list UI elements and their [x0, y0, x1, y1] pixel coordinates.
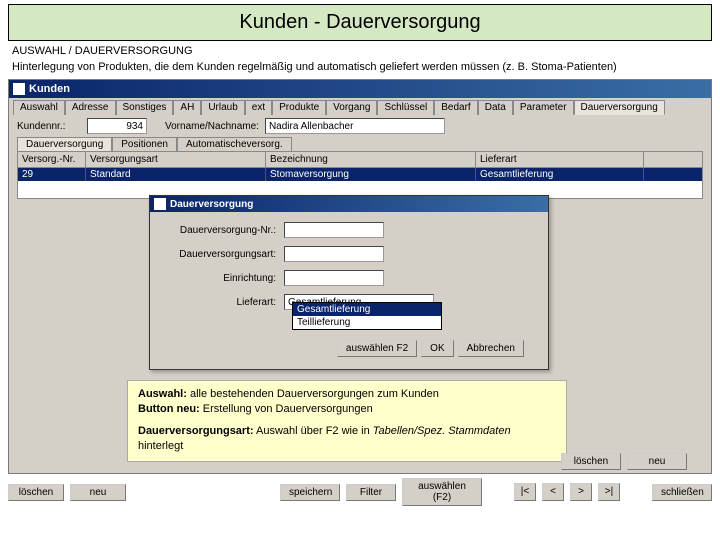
grid-header-nr[interactable]: Versorg.-Nr.	[18, 152, 86, 167]
dlg-einricht-label: Einrichtung:	[164, 273, 284, 284]
tab-bedarf[interactable]: Bedarf	[434, 100, 477, 115]
footer-filter-button[interactable]: Filter	[346, 484, 396, 501]
nav-prev-button[interactable]: <	[542, 483, 564, 501]
note-neu-label: Button neu:	[138, 403, 200, 415]
kundennr-label: Kundennr.:	[17, 121, 81, 132]
note-auswahl-label: Auswahl:	[138, 388, 187, 400]
grid-header-bez[interactable]: Bezeichnung	[266, 152, 476, 167]
tab-vorgang[interactable]: Vorgang	[326, 100, 377, 115]
tab-data[interactable]: Data	[478, 100, 513, 115]
note-dauer-text2: hinterlegt	[138, 440, 183, 452]
tab-schlüssel[interactable]: Schlüssel	[377, 100, 434, 115]
tab-dauerversorgung[interactable]: Dauerversorgung	[574, 100, 665, 115]
footer-neu-button[interactable]: neu	[70, 484, 126, 501]
footer-loeschen-button[interactable]: löschen	[8, 484, 64, 501]
nav-first-button[interactable]: |<	[514, 483, 536, 501]
grid-cell-bez: Stomaversorgung	[266, 168, 476, 181]
tab-parameter[interactable]: Parameter	[513, 100, 574, 115]
window-title: Kunden	[29, 83, 70, 95]
grid-header-row: Versorg.-Nr. Versorgungsart Bezeichnung …	[18, 152, 702, 168]
dlg-einricht-input[interactable]	[284, 270, 384, 286]
slide-title: Kunden - Dauerversorgung	[8, 4, 712, 41]
tab-urlaub[interactable]: Urlaub	[201, 100, 244, 115]
footer-auswaehlen-button[interactable]: auswählen (F2)	[402, 478, 482, 506]
footer-schliessen-button[interactable]: schließen	[652, 484, 712, 501]
dlg-art-input[interactable]	[284, 246, 384, 262]
dropdown-option-gesamt[interactable]: Gesamtlieferung	[293, 303, 441, 316]
tab-auswahl[interactable]: Auswahl	[13, 100, 65, 115]
dialog-icon	[154, 198, 166, 210]
note-dauer-italic: Tabellen/Spez. Stammdaten	[373, 425, 511, 437]
name-input[interactable]	[265, 118, 445, 134]
grid-cell-art: Standard	[86, 168, 266, 181]
lieferart-dropdown[interactable]: Gesamtlieferung Teillieferung	[292, 302, 442, 330]
dialog-titlebar: Dauerversorgung	[150, 196, 548, 212]
dlg-nr-label: Dauerversorgung-Nr.:	[164, 225, 284, 236]
dropdown-option-teil[interactable]: Teillieferung	[293, 316, 441, 329]
dauerversorgung-dialog: Dauerversorgung Dauerversorgung-Nr.: Dau…	[149, 195, 549, 370]
note-dauer-label: Dauerversorgungsart:	[138, 425, 254, 437]
ok-button[interactable]: OK	[421, 340, 453, 357]
kundennr-input[interactable]	[87, 118, 147, 134]
dialog-buttons: auswählen F2 OK Abbrechen	[164, 334, 534, 363]
inner-neu-button[interactable]: neu	[627, 453, 687, 470]
app-window: Kunden AuswahlAdresseSonstigesAHUrlaubex…	[8, 79, 712, 474]
note-neu-text: Erstellung von Dauerversorgungen	[200, 403, 373, 415]
name-label: Vorname/Nachname:	[165, 121, 259, 132]
window-titlebar: Kunden	[9, 80, 711, 98]
footer-speichern-button[interactable]: speichern	[280, 484, 340, 501]
app-icon	[13, 83, 25, 95]
main-tabs: AuswahlAdresseSonstigesAHUrlaubextProduk…	[9, 98, 711, 115]
sub-tabs: DauerversorgungPositionenAutomatischever…	[9, 137, 711, 151]
grid-header-liefer[interactable]: Lieferart	[476, 152, 644, 167]
dialog-body: Dauerversorgung-Nr.: Dauerversorgungsart…	[150, 212, 548, 369]
slide-meta: AUSWAHL / DAUERVERSORGUNG	[0, 43, 720, 59]
note-auswahl-text: alle bestehenden Dauerversorgungen zum K…	[187, 388, 439, 400]
dlg-lieferart-label: Lieferart:	[164, 297, 284, 308]
slide-description: Hinterlegung von Produkten, die dem Kund…	[0, 59, 720, 79]
auswaehlen-f2-button[interactable]: auswählen F2	[337, 340, 417, 357]
dlg-nr-input[interactable]	[284, 222, 384, 238]
abbrechen-button[interactable]: Abbrechen	[458, 340, 524, 357]
grid-header-art[interactable]: Versorgungsart	[86, 152, 266, 167]
help-note: Auswahl: alle bestehenden Dauerversorgun…	[127, 380, 567, 462]
nav-last-button[interactable]: >|	[598, 483, 620, 501]
tab-ext[interactable]: ext	[245, 100, 272, 115]
dlg-art-label: Dauerversorgungsart:	[164, 249, 284, 260]
grid-cell-liefer: Gesamtlieferung	[476, 168, 644, 181]
dialog-title: Dauerversorgung	[170, 199, 253, 210]
subtab-1[interactable]: Positionen	[112, 137, 177, 151]
nav-next-button[interactable]: >	[570, 483, 592, 501]
inner-loeschen-button[interactable]: löschen	[561, 453, 621, 470]
subtab-2[interactable]: Automatischeversorg.	[177, 137, 292, 151]
note-dauer-text1: Auswahl über F2 wie in	[254, 425, 373, 437]
versorgung-grid[interactable]: Versorg.-Nr. Versorgungsart Bezeichnung …	[17, 151, 703, 199]
customer-row: Kundennr.: Vorname/Nachname:	[9, 115, 711, 137]
footer-bar: löschen neu speichern Filter auswählen (…	[8, 478, 712, 506]
tab-adresse[interactable]: Adresse	[65, 100, 116, 115]
tab-ah[interactable]: AH	[173, 100, 201, 115]
inner-action-buttons: löschen neu	[561, 453, 687, 470]
grid-row[interactable]: 29 Standard Stomaversorgung Gesamtliefer…	[18, 168, 702, 181]
tab-produkte[interactable]: Produkte	[272, 100, 326, 115]
grid-cell-nr: 29	[18, 168, 86, 181]
tab-sonstiges[interactable]: Sonstiges	[116, 100, 174, 115]
subtab-0[interactable]: Dauerversorgung	[17, 137, 112, 151]
